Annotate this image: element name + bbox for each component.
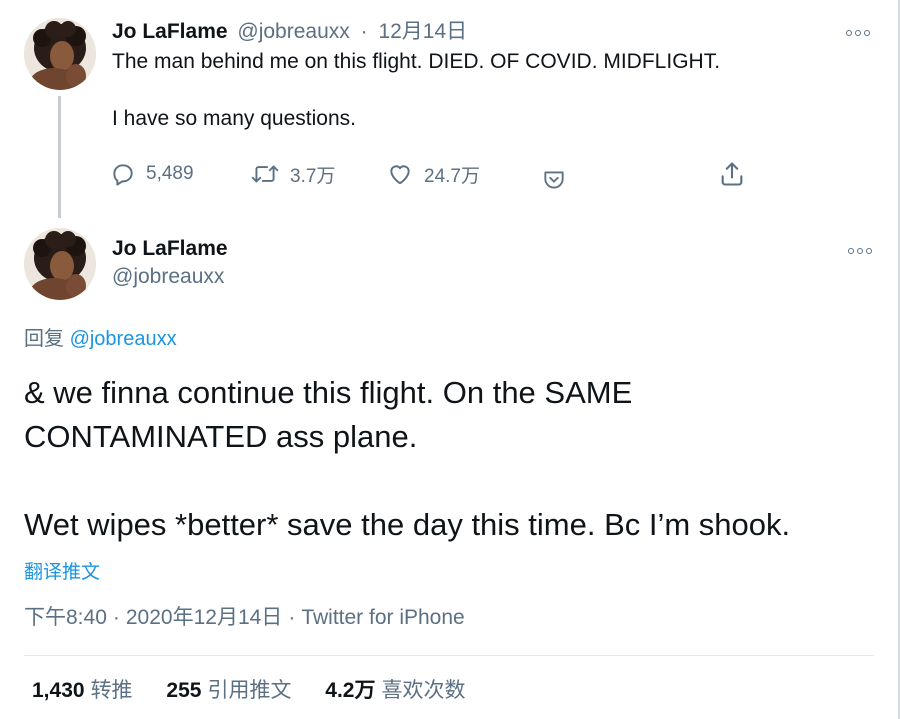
share-button[interactable] xyxy=(718,158,746,190)
replying-to: 回复 @jobreauxx xyxy=(24,326,177,352)
tweet-text-line: I have so many questions. xyxy=(112,107,356,130)
heart-icon xyxy=(386,161,414,187)
author-handle[interactable]: @jobreauxx xyxy=(112,264,224,290)
translate-tweet-link[interactable]: 翻译推文 xyxy=(24,561,100,585)
thread-line xyxy=(58,96,61,218)
author-handle[interactable]: @jobreauxx xyxy=(237,20,349,43)
retweet-icon xyxy=(250,161,280,187)
tweet-stats: 1,430 转推 255 引用推文 4.2万 喜欢次数 xyxy=(32,677,494,705)
reply-to-handle-link[interactable]: @jobreauxx xyxy=(70,328,177,350)
separator-dot: · xyxy=(360,20,368,43)
tweet-date[interactable]: 2020年12月14日 xyxy=(126,606,282,629)
quotes-count: 255 xyxy=(166,679,202,702)
tweet-header: Jo LaFlame @jobreauxx · 12月14日 xyxy=(112,19,467,45)
retweet-button[interactable]: 3.7万 xyxy=(250,158,335,190)
retweets-label: 转推 xyxy=(90,679,133,702)
tweet-time[interactable]: 下午8:40 xyxy=(24,606,107,629)
retweets-count: 1,430 xyxy=(32,679,85,702)
tweet-text: & we finna continue this flight. On the … xyxy=(24,371,884,547)
retweet-count: 3.7万 xyxy=(290,165,336,187)
author-name[interactable]: Jo LaFlame xyxy=(112,236,228,262)
author-name[interactable]: Jo LaFlame xyxy=(112,20,228,43)
tweet-actions: 5,489 3.7万 24.7万 xyxy=(110,158,750,190)
tweet-text: The man behind me on this flight. DIED. … xyxy=(112,48,872,133)
more-options-icon[interactable] xyxy=(844,26,872,40)
reply-label: 回复 xyxy=(24,328,64,350)
tweet-paragraph: Wet wipes *better* save the day this tim… xyxy=(24,507,791,542)
reply-count: 5,489 xyxy=(146,163,194,184)
likes-count: 4.2万 xyxy=(325,679,376,702)
share-icon xyxy=(718,160,746,188)
tweet-meta: 下午8:40 · 2020年12月14日 · Twitter for iPhone xyxy=(24,604,465,632)
likes-label: 喜欢次数 xyxy=(381,679,466,702)
save-to-pocket-button[interactable] xyxy=(541,164,567,196)
retweets-stat[interactable]: 1,430 转推 xyxy=(32,679,133,702)
quote-tweets-stat[interactable]: 255 引用推文 xyxy=(166,679,291,702)
tweet-paragraph: & we finna continue this flight. On the … xyxy=(24,375,633,454)
tweet-date[interactable]: 12月14日 xyxy=(378,20,467,43)
tweet-text-line: The man behind me on this flight. DIED. … xyxy=(112,50,721,73)
meta-separator: · xyxy=(288,606,296,629)
tweet-source[interactable]: Twitter for iPhone xyxy=(301,606,464,629)
like-button[interactable]: 24.7万 xyxy=(386,158,480,190)
likes-stat[interactable]: 4.2万 喜欢次数 xyxy=(325,679,465,702)
divider xyxy=(24,655,874,656)
parent-tweet[interactable]: Jo LaFlame @jobreauxx · 12月14日 The man b… xyxy=(0,0,898,218)
comment-icon xyxy=(110,161,136,187)
quotes-label: 引用推文 xyxy=(207,679,292,702)
pocket-save-icon xyxy=(541,167,567,193)
meta-separator: · xyxy=(112,606,120,629)
more-options-icon[interactable] xyxy=(846,244,874,258)
avatar[interactable] xyxy=(24,18,96,90)
like-count: 24.7万 xyxy=(424,165,480,187)
reply-button[interactable]: 5,489 xyxy=(110,158,194,190)
avatar[interactable] xyxy=(24,228,96,300)
